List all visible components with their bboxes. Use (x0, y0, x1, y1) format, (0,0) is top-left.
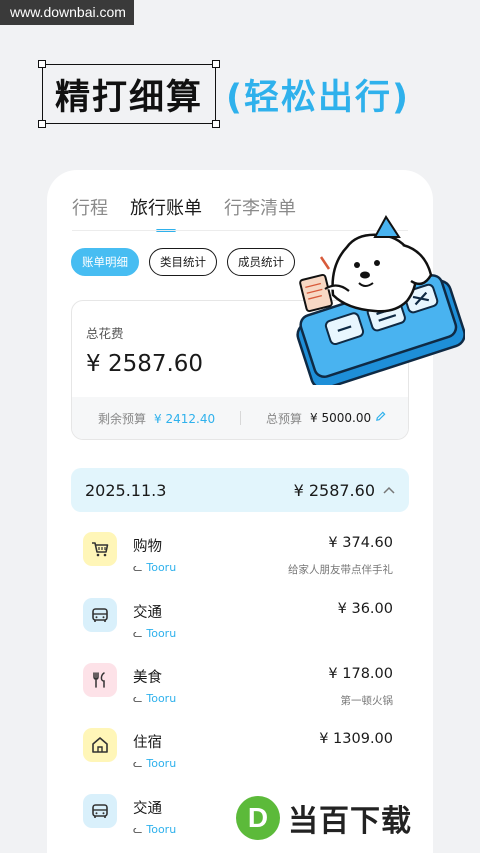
dog-calculator-mascot-illustration (296, 215, 465, 385)
headline-main-box: 精打细算 (38, 60, 221, 128)
expense-category: 购物 (133, 539, 162, 555)
tab-travel-bill[interactable]: 旅行账单 (130, 194, 202, 232)
expense-item[interactable]: 住宿 ᓚ Tooru ¥ 1309.00 (83, 728, 395, 782)
expense-user: ᓚ Tooru (133, 627, 177, 640)
site-watermark: www.downbai.com (0, 0, 134, 25)
cat-face-icon: ᓚ (133, 757, 143, 770)
bus-icon (83, 794, 117, 828)
selection-handle-icon (38, 60, 46, 68)
chevron-up-icon[interactable] (383, 482, 395, 498)
headline-main: 精打细算 (55, 77, 204, 118)
chip-bill-details[interactable]: 账单明细 (71, 248, 139, 276)
expense-category: 交通 (133, 605, 162, 621)
expense-user: ᓚ Tooru (133, 823, 177, 836)
headline-sub: (轻松出行) (226, 77, 411, 118)
house-icon (83, 728, 117, 762)
expense-category: 美食 (133, 670, 162, 686)
top-tabs: 行程 旅行账单 行李清单 (72, 194, 296, 232)
expense-category: 住宿 (133, 735, 162, 751)
view-chips: 账单明细 类目统计 成员统计 (71, 248, 295, 276)
divider (240, 411, 241, 425)
selection-handle-icon (212, 120, 221, 128)
bus-icon (83, 598, 117, 632)
promo-headline: 精打细算 (轻松出行) (38, 60, 411, 128)
expense-amount: ¥ 374.60 (328, 535, 393, 551)
expense-amount: ¥ 1309.00 (319, 731, 393, 747)
day-date: 2025.11.3 (85, 480, 167, 500)
cat-face-icon: ᓚ (133, 561, 143, 574)
logo-mark-icon: D (236, 796, 280, 840)
day-group-header[interactable]: 2025.11.3 ¥ 2587.60 (71, 468, 409, 512)
total-spent-label: 总花费 (86, 326, 124, 341)
site-logo-watermark: D 当百下载 (236, 796, 412, 840)
chip-category-stats[interactable]: 类目统计 (149, 248, 217, 276)
expense-user: ᓚ Tooru (133, 692, 177, 705)
expense-note: 给家人朋友带点伴手礼 (288, 564, 393, 576)
selection-handle-icon (38, 120, 46, 128)
cat-face-icon: ᓚ (133, 627, 143, 640)
total-spent-amount: ¥ 2587.60 (86, 351, 204, 377)
expense-amount: ¥ 178.00 (328, 666, 393, 682)
cat-face-icon: ᓚ (133, 823, 143, 836)
day-total: ¥ 2587.60 (293, 480, 375, 500)
total-budget[interactable]: 总预算 ¥ 5000.00 (266, 410, 386, 427)
total-budget-value: ¥ 5000.00 (310, 411, 372, 425)
expense-user: ᓚ Tooru (133, 561, 177, 574)
logo-brand-text: 当百下载 (288, 804, 412, 839)
expense-amount: ¥ 36.00 (337, 601, 393, 617)
cat-face-icon: ᓚ (133, 692, 143, 705)
utensils-icon (83, 663, 117, 697)
tab-itinerary[interactable]: 行程 (72, 194, 108, 220)
expense-user: ᓚ Tooru (133, 757, 177, 770)
remaining-budget: 剩余预算 ¥ 2412.40 (98, 411, 216, 426)
cart-icon (83, 532, 117, 566)
remaining-budget-value: ¥ 2412.40 (154, 411, 216, 426)
expense-note: 第一顿火锅 (340, 695, 394, 707)
budget-footer: 剩余预算 ¥ 2412.40 总预算 ¥ 5000.00 (72, 397, 408, 439)
selection-handle-icon (212, 60, 221, 68)
expense-item[interactable]: 购物 ᓚ Tooru ¥ 374.60 给家人朋友带点伴手礼 (83, 532, 395, 586)
edit-pencil-icon[interactable] (375, 411, 386, 426)
expense-item[interactable]: 美食 ᓚ Tooru ¥ 178.00 第一顿火锅 (83, 663, 395, 717)
expense-item[interactable]: 交通 ᓚ Tooru ¥ 36.00 (83, 598, 395, 652)
expense-category: 交通 (133, 801, 162, 817)
